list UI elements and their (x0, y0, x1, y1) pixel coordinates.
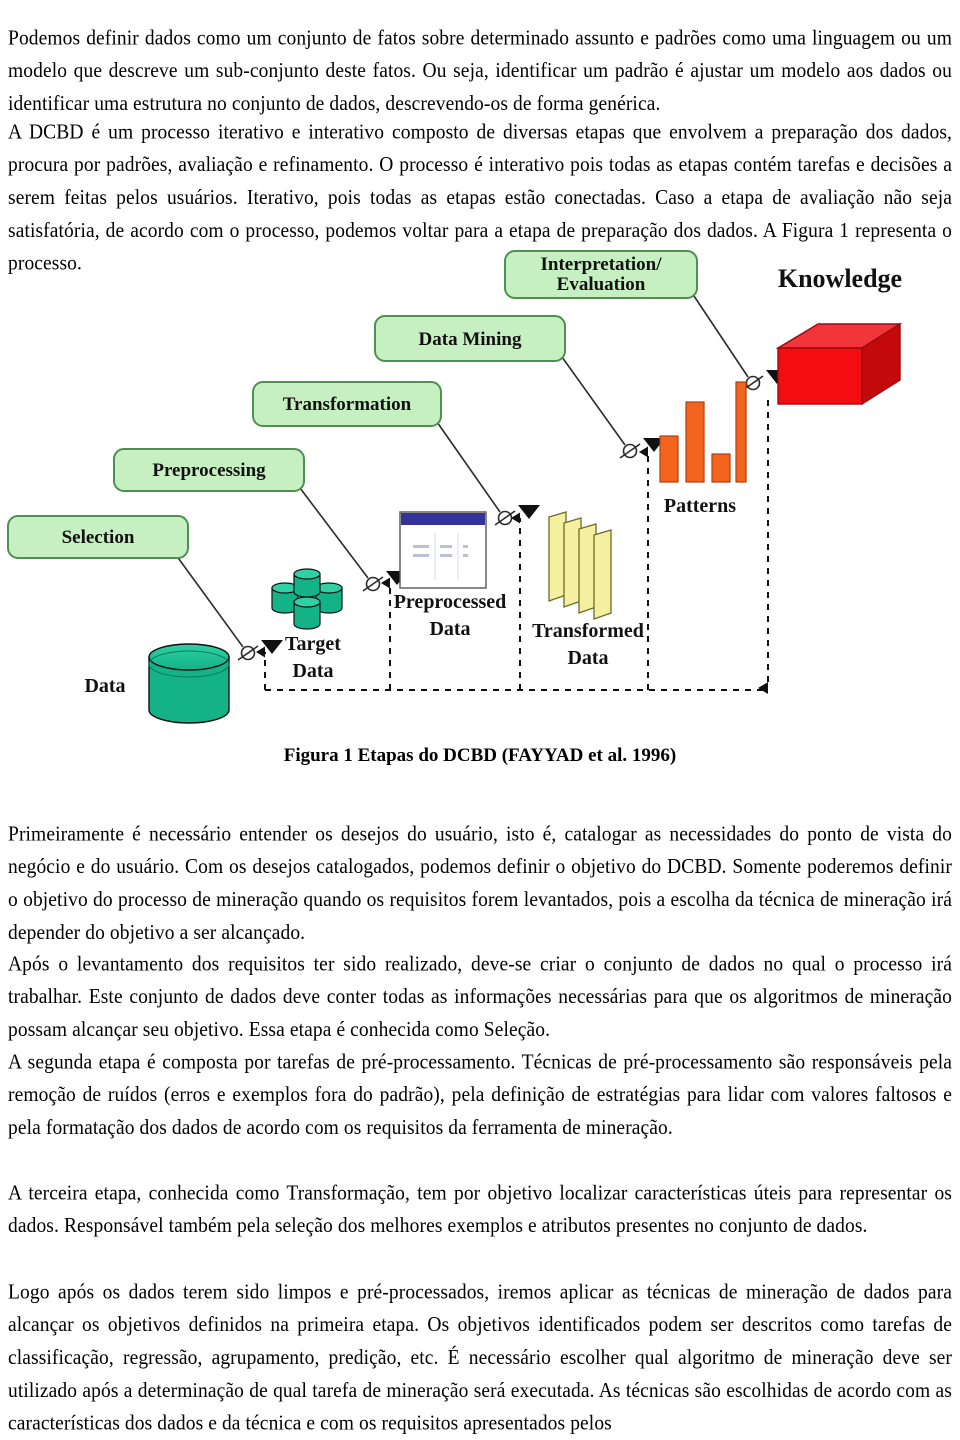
figure-caption: Figura 1 Etapas do DCBD (FAYYAD et al. 1… (283, 745, 677, 766)
figure-dcbd-process: Selection Preprocessing Transformation D… (0, 240, 960, 740)
paragraph-3: Primeiramente é necessário entender os d… (8, 822, 952, 944)
connector-junction (237, 640, 283, 661)
stage-box-transformation[interactable]: Transformation (252, 381, 442, 427)
stage-label-transformation: Transformation (283, 394, 412, 415)
artifact-patterns-bars (659, 381, 747, 483)
stage-label-preprocessing: Preprocessing (152, 460, 266, 481)
stage-box-interpretation-evaluation[interactable]: Interpretation/ Evaluation (504, 250, 698, 299)
artifact-transformed-data-sheets (548, 511, 612, 620)
paragraph-6: A terceira etapa, conhecida como Transfo… (8, 1181, 952, 1237)
artifact-label-target-data-line1: Target (285, 633, 341, 655)
connector-junction (494, 505, 540, 526)
artifact-data-cylinder (148, 643, 230, 724)
artifact-label-knowledge: Knowledge (778, 264, 902, 293)
stage-box-data-mining[interactable]: Data Mining (374, 315, 566, 362)
stage-label-data-mining: Data Mining (419, 329, 522, 350)
artifact-label-preprocessed-data-line1: Preprocessed (394, 591, 507, 613)
stage-label-evaluation: Evaluation (557, 274, 646, 295)
connector-junction (619, 438, 665, 459)
artifact-knowledge-cube (775, 322, 903, 406)
artifact-label-transformed-data-line2: Data (567, 647, 608, 669)
artifact-label-data: Data (84, 675, 125, 697)
paragraph-1: Podemos definir dados como um conjunto d… (8, 26, 952, 115)
artifact-label-transformed-data-line1: Transformed (532, 620, 644, 642)
artifact-label-target-data-line2: Data (292, 660, 333, 682)
document-page: Podemos definir dados como um conjunto d… (0, 0, 960, 1435)
stage-label-interpretation: Interpretation/ (540, 254, 662, 275)
paragraph-7: Logo após os dados terem sido limpos e p… (8, 1280, 952, 1435)
stage-label-selection: Selection (62, 527, 135, 548)
artifact-preprocessed-data-table (399, 511, 487, 589)
stage-box-preprocessing[interactable]: Preprocessing (113, 448, 305, 492)
artifact-target-data-cluster (271, 568, 343, 630)
artifact-label-preprocessed-data-line2: Data (429, 618, 470, 640)
artifact-label-patterns: Patterns (664, 495, 736, 517)
stage-box-selection[interactable]: Selection (7, 515, 189, 559)
paragraph-5: A segunda etapa é composta por tarefas d… (8, 1050, 952, 1139)
paragraph-4: Após o levantamento dos requisitos ter s… (8, 952, 952, 1041)
